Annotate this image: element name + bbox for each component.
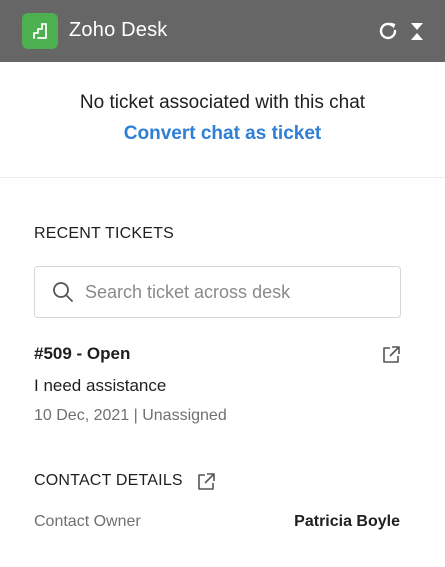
app-title: Zoho Desk <box>69 19 168 41</box>
refresh-icon[interactable] <box>376 19 400 43</box>
ticket-search-box[interactable] <box>34 266 401 318</box>
ticket-subject: I need assistance <box>34 376 167 395</box>
app-header: Zoho Desk <box>0 0 445 62</box>
contact-owner-value: Patricia Boyle <box>294 513 400 530</box>
open-ticket-external-icon[interactable] <box>380 344 402 366</box>
ticket-meta: 10 Dec, 2021 | Unassigned <box>34 407 227 424</box>
collapse-icon[interactable] <box>405 19 429 43</box>
ticket-search-input[interactable] <box>85 279 385 305</box>
open-contact-external-icon[interactable] <box>195 471 217 493</box>
no-ticket-banner: No ticket associated with this chat Conv… <box>0 62 445 178</box>
contact-owner-label: Contact Owner <box>34 513 141 530</box>
contact-details-title: CONTACT DETAILS <box>34 472 183 489</box>
convert-chat-link[interactable]: Convert chat as ticket <box>0 123 445 145</box>
recent-tickets-title: RECENT TICKETS <box>34 225 175 242</box>
zoho-desk-logo-icon <box>22 13 58 49</box>
search-icon <box>53 282 73 302</box>
no-ticket-message: No ticket associated with this chat <box>79 92 366 113</box>
ticket-heading[interactable]: #509 - Open <box>34 344 130 364</box>
